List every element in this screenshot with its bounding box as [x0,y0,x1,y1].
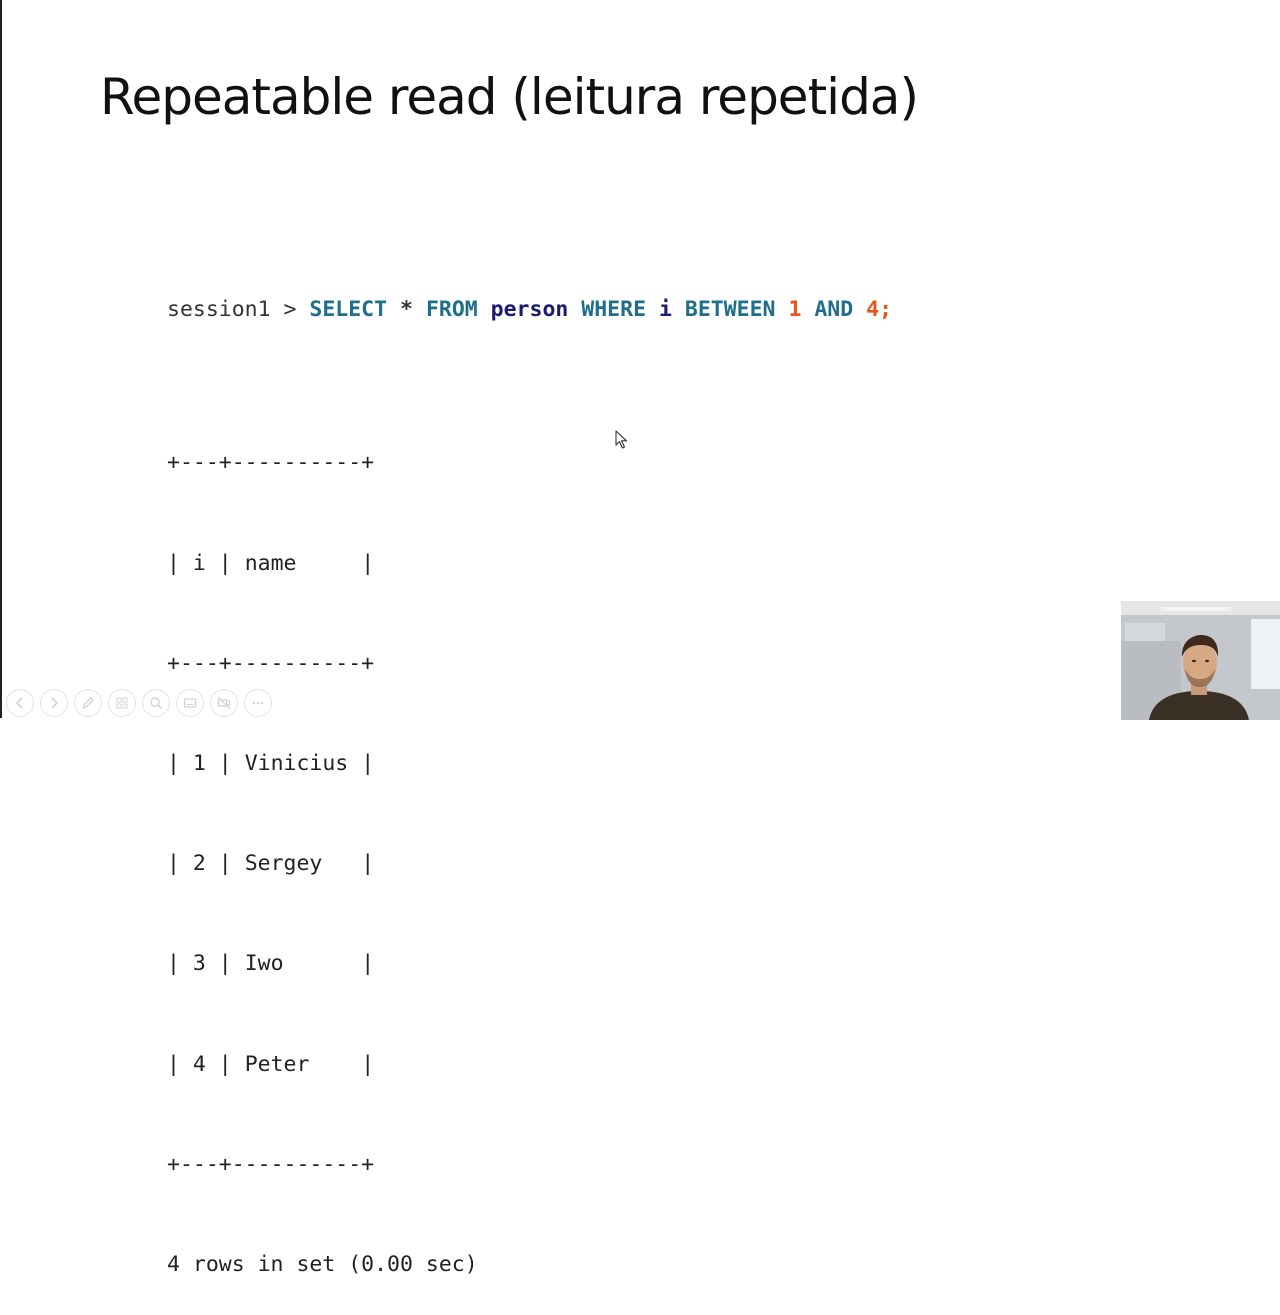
webcam-feed-image [1121,601,1280,720]
table-row: | 4 | Peter | [167,1051,375,1077]
query-token: 4; [866,296,893,322]
more-options-icon[interactable] [244,689,272,717]
table-row: | 3 | Iwo | [167,951,375,977]
subtitles-icon[interactable] [176,689,204,717]
slide-title: Repeatable read (leitura repetida) [100,68,919,126]
cell-name: Vinicius [244,751,349,777]
cell-name: Peter [244,1051,310,1077]
query-token: SELECT [309,296,388,322]
column-header-name: name [244,550,297,576]
cell-i: 4 [192,1051,206,1077]
table-row: | 1 | Vinicius | [167,751,375,777]
slides-grid-icon[interactable] [108,689,136,717]
column-header-i: i [192,550,206,576]
cell-name: Iwo [244,951,284,977]
session-prompt: session1 > [167,296,297,322]
query-token: * [400,296,413,322]
camera-off-icon[interactable] [210,689,238,717]
previous-slide-icon[interactable] [6,689,34,717]
cell-i: 1 [192,751,206,777]
pen-icon[interactable] [74,689,102,717]
result-border-mid: +---+----------+ [167,650,375,676]
query-token: FROM [425,296,478,322]
query-token: person [490,296,569,322]
cell-name: Sergey [244,851,323,877]
result-border-bottom: +---+----------+ [167,1151,375,1177]
cell-i: 3 [192,951,206,977]
result-border-top: +---+----------+ [167,450,375,476]
result-header-row: | i | name | [167,550,375,576]
zoom-icon[interactable] [142,689,170,717]
sql-terminal-output: session1 > SELECT * FROM person WHERE i … [167,226,892,1315]
next-slide-icon[interactable] [40,689,68,717]
query-token: WHERE [581,296,647,322]
table-row: | 2 | Sergey | [167,851,375,877]
presenter-webcam-overlay [1121,601,1280,720]
cell-i: 2 [192,851,206,877]
mouse-pointer-icon [615,430,628,449]
query-token: i [658,296,672,322]
sql-query-line: session1 > SELECT * FROM person WHERE i … [167,293,892,326]
query-token: BETWEEN [684,296,776,322]
query-token: 1 [788,296,802,322]
result-footer: 4 rows in set (0.00 sec) [167,1252,478,1278]
presentation-toolbar [6,689,272,717]
query-token: AND [814,296,854,322]
